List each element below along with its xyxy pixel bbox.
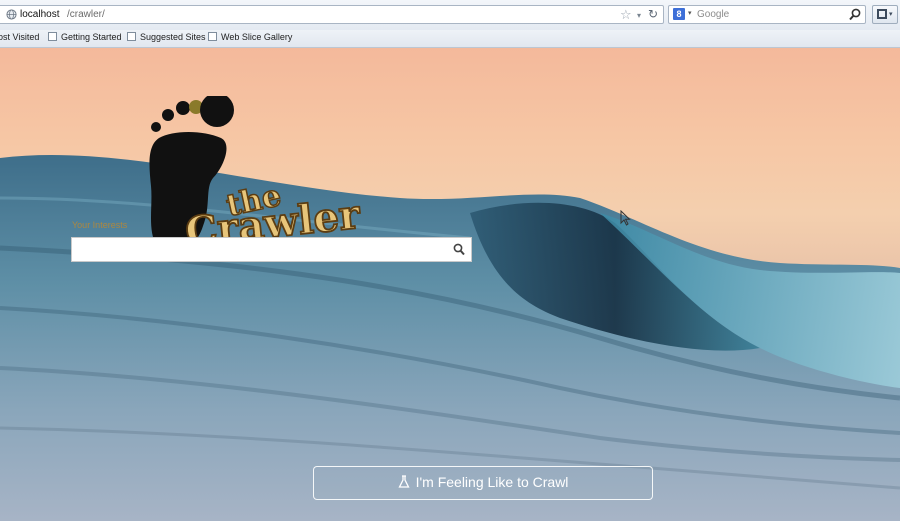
- feeling-button-label: I'm Feeling Like to Crawl: [415, 474, 569, 490]
- url-path: /crawler/: [67, 9, 105, 20]
- bookmark-label: Getting Started: [61, 32, 122, 42]
- bookmark-getting-started[interactable]: Getting Started: [48, 32, 122, 42]
- reload-icon[interactable]: ↻: [648, 7, 658, 22]
- flask-icon: [398, 475, 410, 488]
- search-icon[interactable]: [849, 8, 861, 21]
- browser-search-box[interactable]: 8 ▾ Google: [668, 5, 866, 24]
- history-dropdown-icon[interactable]: ▾: [637, 8, 641, 23]
- main-search-field[interactable]: [71, 237, 472, 262]
- crawler-page: the Crawler Your Interests I'm Feeling L…: [0, 48, 900, 521]
- bookmark-label: Suggested Sites: [140, 32, 206, 42]
- bookmark-star-icon[interactable]: ☆: [620, 7, 632, 22]
- bookmark-label: ost Visited: [0, 32, 40, 42]
- search-label: Your Interests: [72, 220, 128, 230]
- main-search-input[interactable]: [72, 238, 442, 261]
- globe-icon: [6, 9, 17, 20]
- bookmark-most-visited[interactable]: ost Visited: [0, 32, 39, 42]
- page-icon: [48, 32, 57, 41]
- search-icon[interactable]: [453, 243, 465, 256]
- feeling-like-to-crawl-button[interactable]: I'm Feeling Like to Crawl: [313, 466, 653, 500]
- bookmark-label: Web Slice Gallery: [221, 32, 293, 42]
- wave-background-image: [0, 154, 900, 521]
- page-icon: [127, 32, 136, 41]
- url-host: localhost: [20, 9, 60, 20]
- menu-dropdown-icon: ▾: [889, 11, 893, 18]
- window-icon: [877, 9, 887, 19]
- address-bar[interactable]: localhost /crawler/ ☆ ▾ ↻: [0, 5, 664, 24]
- bookmarks-toolbar: ost Visited Getting Started Suggested Si…: [0, 30, 900, 48]
- browser-menu-button[interactable]: ▾: [872, 5, 898, 24]
- bookmark-web-slice-gallery[interactable]: Web Slice Gallery: [208, 32, 292, 42]
- browser-search-placeholder: Google: [697, 9, 730, 20]
- google-engine-icon[interactable]: 8: [673, 8, 685, 20]
- browser-nav-bar: localhost /crawler/ ☆ ▾ ↻ 8 ▾ Google ▾: [0, 0, 900, 31]
- bookmark-suggested-sites[interactable]: Suggested Sites: [127, 32, 206, 42]
- engine-dropdown-icon[interactable]: ▾: [688, 9, 692, 17]
- page-icon: [208, 32, 217, 41]
- mouse-cursor-icon: [620, 210, 631, 226]
